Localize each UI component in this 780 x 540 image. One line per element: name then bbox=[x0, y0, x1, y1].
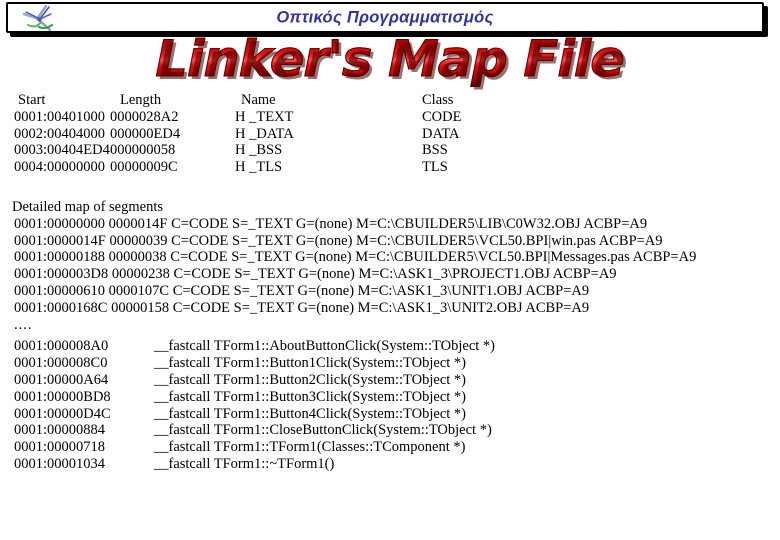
segment-start: 0004:00000000 bbox=[14, 159, 106, 176]
map-file-content: Start Length Name Class 0001:00401000 00… bbox=[0, 92, 780, 473]
segment-class: BSS bbox=[422, 142, 448, 159]
symbol-address: 0001:00001034 bbox=[14, 455, 106, 472]
column-header-length: Length bbox=[120, 92, 162, 108]
table-row: 0003:00404ED4 000000058 H _BSS BSS bbox=[14, 142, 490, 159]
symbol-address: 0001:00000884 bbox=[14, 422, 106, 439]
table-row: 0002:00404000 000000ED4 H _DATA DATA bbox=[14, 126, 490, 143]
segment-start: 0003:00404ED4 bbox=[14, 142, 110, 159]
segment-class: TLS bbox=[422, 159, 448, 176]
segment-length: 000000058 bbox=[110, 142, 176, 159]
table-row: 0001:00001034 __fastcall TForm1::~TForm1… bbox=[14, 456, 495, 473]
detailed-map-line: 0001:0000014F 00000039 C=CODE S=_TEXT G=… bbox=[14, 232, 663, 249]
segment-start: 0002:00404000 bbox=[14, 125, 106, 142]
detailed-map-line: 0001:000003D8 00000238 C=CODE S=_TEXT G=… bbox=[14, 266, 617, 283]
detailed-map-line: 0001:0000168C 00000158 C=CODE S=_TEXT G=… bbox=[14, 299, 590, 316]
page-title-text: Linker's Map File bbox=[155, 30, 625, 88]
symbol-signature: __fastcall TForm1::~TForm1() bbox=[154, 455, 335, 472]
header-title: Οπτικός Προγραμματισμός bbox=[276, 8, 494, 26]
segment-length: 000000ED4 bbox=[110, 125, 181, 142]
symbol-address: 0001:00000D4C bbox=[14, 405, 111, 422]
detailed-map-heading: Detailed map of segments bbox=[12, 198, 163, 215]
symbol-signature: __fastcall TForm1::CloseButtonClick(Syst… bbox=[154, 422, 492, 439]
column-header-name: Name bbox=[241, 92, 276, 108]
table-row: 0001:00000884 __fastcall TForm1::CloseBu… bbox=[14, 422, 495, 439]
detailed-map-line: 0001:00000000 0000014F C=CODE S=_TEXT G=… bbox=[14, 215, 648, 232]
table-row: 0001:00401000 0000028A2 H _TEXT CODE bbox=[14, 109, 490, 126]
segment-name: H _TEXT bbox=[235, 108, 294, 125]
symbol-signature: __fastcall TForm1::Button3Click(System::… bbox=[154, 388, 466, 405]
segment-length: 0000028A2 bbox=[110, 108, 179, 125]
segment-table-header-row: Start Length Name Class bbox=[14, 92, 490, 109]
segment-class: DATA bbox=[422, 125, 460, 142]
segment-start: 0001:00401000 bbox=[14, 108, 106, 125]
page-title: Linker's Map File bbox=[0, 30, 780, 88]
detailed-map-line: 0001:00000188 00000038 C=CODE S=_TEXT G=… bbox=[14, 249, 697, 266]
table-row: 0001:00000A64 __fastcall TForm1::Button2… bbox=[14, 372, 495, 389]
header-banner: Οπτικός Προγραμματισμός bbox=[6, 2, 764, 33]
segment-class: CODE bbox=[422, 108, 462, 125]
ellipsis-separator: .... bbox=[14, 316, 33, 333]
symbol-signature: __fastcall TForm1::Button1Click(System::… bbox=[154, 355, 466, 372]
symbol-address: 0001:00000BD8 bbox=[14, 388, 111, 405]
detailed-map-line: 0001:00000610 0000107C C=CODE S=_TEXT G=… bbox=[14, 282, 590, 299]
table-row: 0001:00000BD8 __fastcall TForm1::Button3… bbox=[14, 389, 495, 406]
segment-name: H _BSS bbox=[235, 142, 283, 159]
segment-table: Start Length Name Class 0001:00401000 00… bbox=[14, 92, 490, 176]
table-row: 0001:00000718 __fastcall TForm1::TForm1(… bbox=[14, 439, 495, 456]
symbol-address: 0001:000008C0 bbox=[14, 355, 108, 372]
symbol-signature: __fastcall TForm1::Button2Click(System::… bbox=[154, 371, 466, 388]
symbol-address: 0001:00000718 bbox=[14, 439, 106, 456]
symbol-table: 0001:000008A0 __fastcall TForm1::AboutBu… bbox=[14, 338, 495, 472]
symbol-signature: __fastcall TForm1::Button4Click(System::… bbox=[154, 405, 466, 422]
symbol-signature: __fastcall TForm1::TForm1(Classes::TComp… bbox=[154, 439, 466, 456]
symbol-signature: __fastcall TForm1::AboutButtonClick(Syst… bbox=[154, 338, 495, 355]
segment-length: 00000009C bbox=[110, 159, 178, 176]
table-row: 0001:000008A0 __fastcall TForm1::AboutBu… bbox=[14, 338, 495, 355]
table-row: 0001:000008C0 __fastcall TForm1::Button1… bbox=[14, 355, 495, 372]
column-header-start: Start bbox=[18, 92, 46, 108]
symbol-address: 0001:000008A0 bbox=[14, 338, 109, 355]
table-row: 0001:00000D4C __fastcall TForm1::Button4… bbox=[14, 406, 495, 423]
table-row: 0004:00000000 00000009C H _TLS TLS bbox=[14, 159, 490, 176]
segment-name: H _DATA bbox=[235, 125, 294, 142]
column-header-class: Class bbox=[422, 92, 454, 108]
segment-name: H _TLS bbox=[235, 159, 283, 176]
symbol-address: 0001:00000A64 bbox=[14, 371, 109, 388]
